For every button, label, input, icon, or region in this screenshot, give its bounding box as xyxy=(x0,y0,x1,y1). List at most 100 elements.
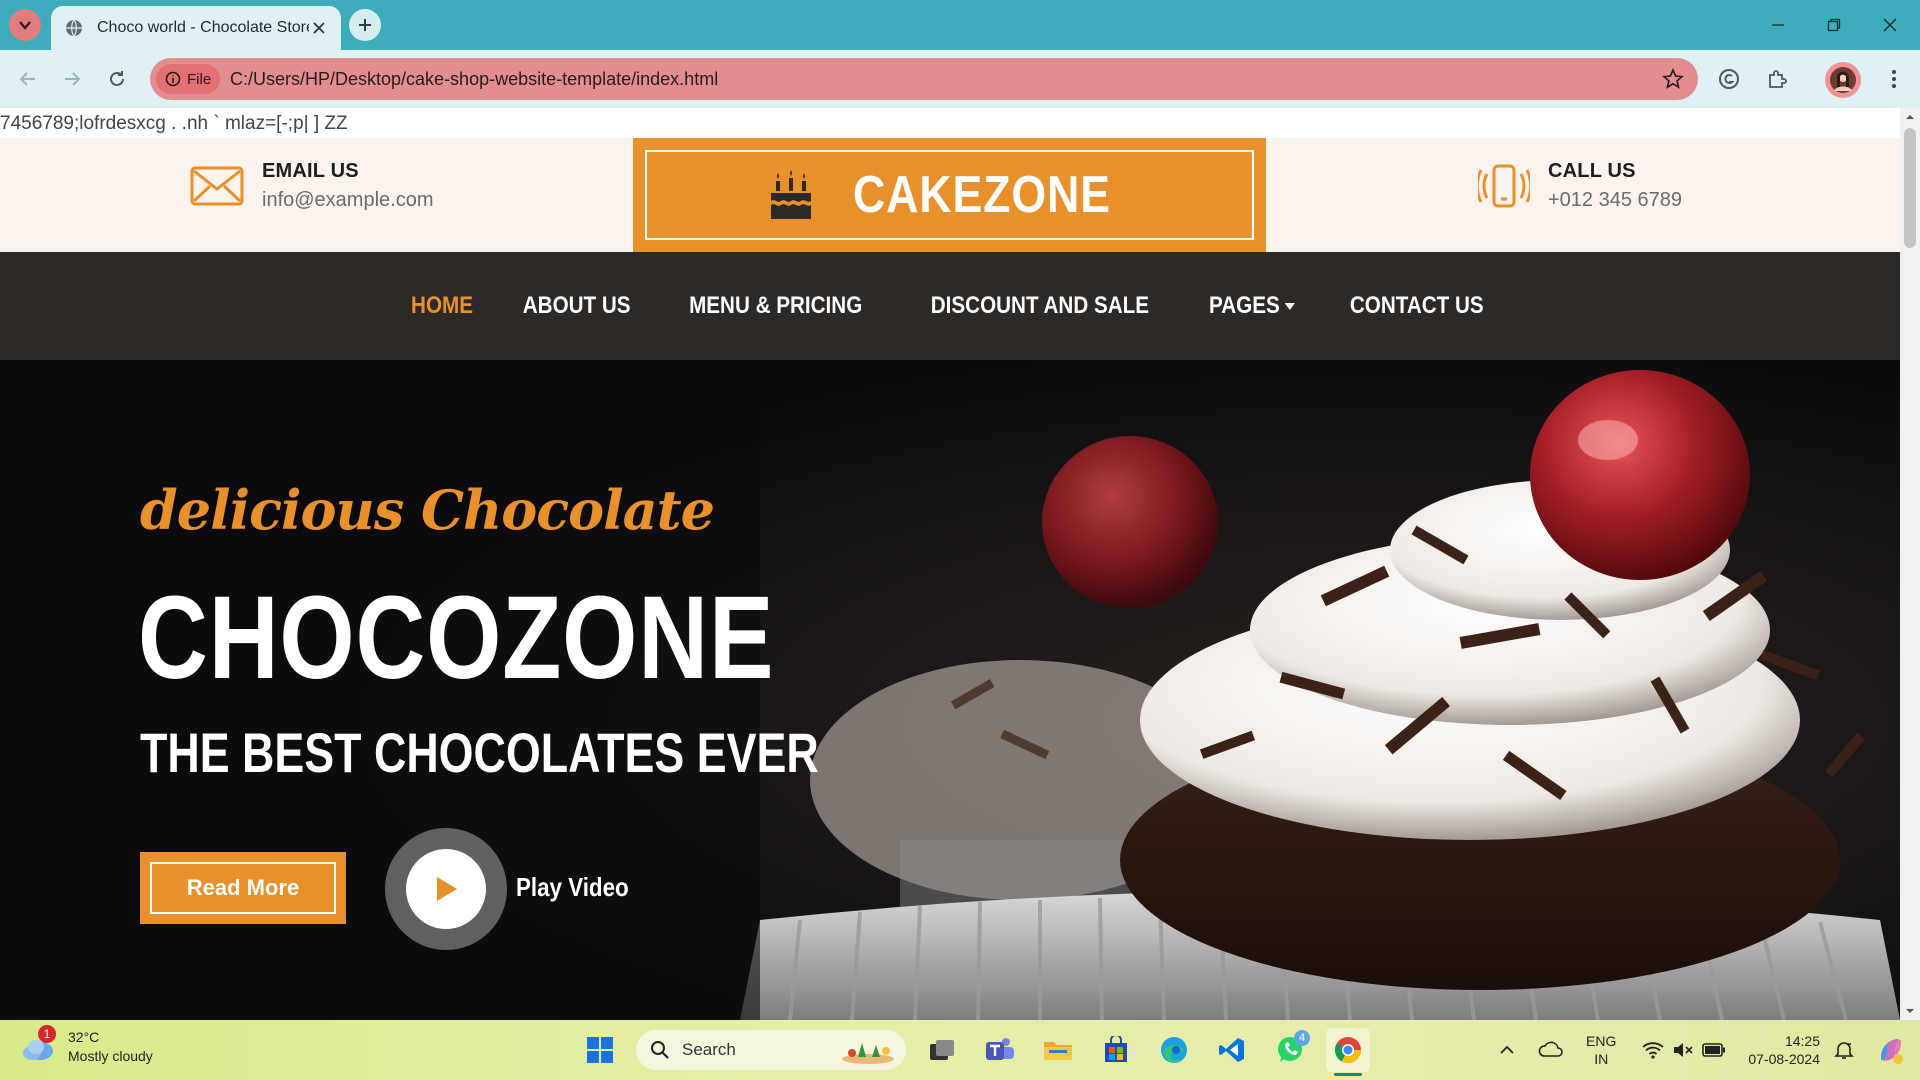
page-scrollbar[interactable] xyxy=(1900,108,1920,1020)
region-code: IN xyxy=(1594,1051,1609,1067)
teams-icon xyxy=(986,1038,1014,1060)
scrollbar-thumb[interactable] xyxy=(1904,128,1916,248)
nav-item-contact-us[interactable]: CONTACT US xyxy=(1349,292,1483,320)
new-tab-button[interactable] xyxy=(349,9,381,41)
folder-icon xyxy=(1044,1042,1072,1060)
url-text[interactable]: C:/Users/HP/Desktop/cake-shop-website-te… xyxy=(230,69,718,90)
stray-typed-text: 7456789;lofrdesxcg . .nh ` mlaz=[-;p| ] … xyxy=(0,113,348,134)
task-view-button[interactable] xyxy=(920,1028,964,1072)
extensions-puzzle-icon[interactable] xyxy=(1760,62,1794,96)
grammarly-extension-icon[interactable] xyxy=(1712,62,1746,96)
system-tray: ENG IN 14:25 07-08-2024 xyxy=(1498,1020,1920,1080)
language-code: ENG xyxy=(1586,1033,1617,1049)
weather-widget[interactable]: 1 32°C Mostly cloudy xyxy=(20,1025,153,1066)
task-view-icon xyxy=(930,1040,954,1060)
volume-muted-icon[interactable] xyxy=(1672,1041,1694,1059)
contact-topbar: EMAIL US info@example.com CAKEZONE CALL … xyxy=(0,138,1900,252)
scroll-down-arrow-icon[interactable] xyxy=(1900,1004,1920,1018)
whatsapp-badge: 4 xyxy=(1294,1030,1310,1046)
restore-button[interactable] xyxy=(1814,10,1854,40)
play-icon xyxy=(437,877,457,901)
tab-title: Choco world - Chocolate Store xyxy=(97,19,309,36)
clock-date: 07-08-2024 xyxy=(1748,1051,1820,1067)
read-more-button[interactable]: Read More xyxy=(140,852,346,924)
back-button[interactable] xyxy=(11,62,45,96)
restore-icon xyxy=(1827,18,1841,32)
avatar-icon xyxy=(1830,67,1856,93)
taskbar-search[interactable]: Search xyxy=(636,1030,906,1070)
search-highlight-icon xyxy=(842,1043,894,1064)
play-video-label[interactable]: Play Video xyxy=(516,872,629,903)
plus-icon xyxy=(359,19,371,31)
arrow-right-icon xyxy=(65,72,81,86)
onedrive-icon[interactable] xyxy=(1538,1040,1564,1060)
start-button[interactable] xyxy=(578,1028,622,1072)
taskbar-whatsapp[interactable]: 4 xyxy=(1268,1028,1312,1072)
nav-item-discount-sale[interactable]: DISCOUNT AND SALE xyxy=(930,292,1148,320)
browser-menu-icon[interactable] xyxy=(1877,62,1911,96)
taskbar-file-explorer[interactable] xyxy=(1036,1028,1080,1072)
call-value[interactable]: +012 345 6789 xyxy=(1548,189,1682,212)
globe-icon xyxy=(65,19,83,37)
caret-down-icon xyxy=(1285,302,1296,310)
taskbar-vscode[interactable] xyxy=(1210,1028,1254,1072)
bookmark-star-icon[interactable] xyxy=(1662,68,1684,90)
site-info-label: File xyxy=(187,70,212,88)
call-title: CALL US xyxy=(1548,160,1636,182)
logo-frame: CAKEZONE xyxy=(645,150,1254,240)
battery-icon[interactable] xyxy=(1702,1043,1726,1057)
taskbar-chrome[interactable] xyxy=(1326,1028,1370,1076)
logo-text: CAKEZONE xyxy=(852,166,1111,224)
address-bar[interactable]: File C:/Users/HP/Desktop/cake-shop-websi… xyxy=(150,58,1698,100)
weather-temperature: 32°C xyxy=(68,1029,100,1045)
hero-tagline: THE BEST CHOCOLATES EVER xyxy=(140,721,819,784)
notification-bell-icon[interactable] xyxy=(1834,1040,1854,1060)
windows-logo-icon xyxy=(587,1037,613,1063)
play-button-inner xyxy=(406,849,486,929)
nav-item-pages-dropdown[interactable]: PAGES xyxy=(1209,292,1296,320)
copilot-icon[interactable] xyxy=(1876,1035,1906,1065)
browser-tab-active[interactable]: Choco world - Chocolate Store xyxy=(51,6,341,50)
main-navbar: HOME ABOUT US MENU & PRICING DISCOUNT AN… xyxy=(0,252,1900,360)
birthday-cake-icon xyxy=(770,170,811,219)
reload-button[interactable] xyxy=(100,62,134,96)
vscode-icon xyxy=(1219,1038,1244,1062)
nav-item-pages-label: PAGES xyxy=(1209,292,1281,319)
tab-search-button[interactable] xyxy=(9,9,41,41)
chevron-up-icon[interactable] xyxy=(1498,1041,1516,1059)
envelope-icon xyxy=(190,166,244,206)
wifi-icon[interactable] xyxy=(1642,1041,1664,1059)
site-logo[interactable]: CAKEZONE xyxy=(633,138,1266,252)
taskbar-teams[interactable] xyxy=(978,1028,1022,1072)
clock[interactable]: 14:25 07-08-2024 xyxy=(1748,1032,1820,1068)
windows-taskbar: 1 32°C Mostly cloudy Search 4 ENG IN 14:… xyxy=(0,1020,1920,1080)
hero-subtitle: delicious Chocolate xyxy=(140,478,715,542)
close-window-button[interactable] xyxy=(1870,10,1910,40)
taskbar-microsoft-store[interactable] xyxy=(1094,1028,1138,1072)
nav-item-home[interactable]: HOME xyxy=(411,292,473,320)
forward-button[interactable] xyxy=(55,62,89,96)
nav-item-about-us[interactable]: ABOUT US xyxy=(523,292,631,320)
minimize-button[interactable] xyxy=(1758,10,1798,40)
search-icon xyxy=(651,1041,669,1059)
nav-item-menu-pricing[interactable]: MENU & PRICING xyxy=(689,292,862,320)
scroll-up-arrow-icon[interactable] xyxy=(1900,110,1920,124)
language-indicator[interactable]: ENG IN xyxy=(1586,1032,1616,1068)
close-icon xyxy=(1883,18,1897,32)
email-value[interactable]: info@example.com xyxy=(262,189,433,212)
profile-avatar[interactable] xyxy=(1825,62,1861,98)
taskbar-edge[interactable] xyxy=(1152,1028,1196,1072)
minimize-icon xyxy=(1772,24,1784,26)
nav-links: HOME ABOUT US MENU & PRICING DISCOUNT AN… xyxy=(0,252,1900,360)
clock-time: 14:25 xyxy=(1784,1033,1820,1049)
site-info-chip[interactable]: File xyxy=(156,64,220,94)
hero-title: CHOCOZONE xyxy=(138,572,775,704)
read-more-label: Read More xyxy=(150,862,336,914)
weather-cloud-icon: 1 xyxy=(20,1025,56,1065)
store-icon xyxy=(1105,1036,1127,1062)
chrome-icon xyxy=(1334,1037,1362,1064)
page-viewport: 7456789;lofrdesxcg . .nh ` mlaz=[-;p| ] … xyxy=(0,108,1900,1020)
play-video-button[interactable] xyxy=(385,828,507,950)
taskbar-apps: Search 4 xyxy=(578,1028,1370,1076)
close-icon[interactable] xyxy=(309,18,329,38)
